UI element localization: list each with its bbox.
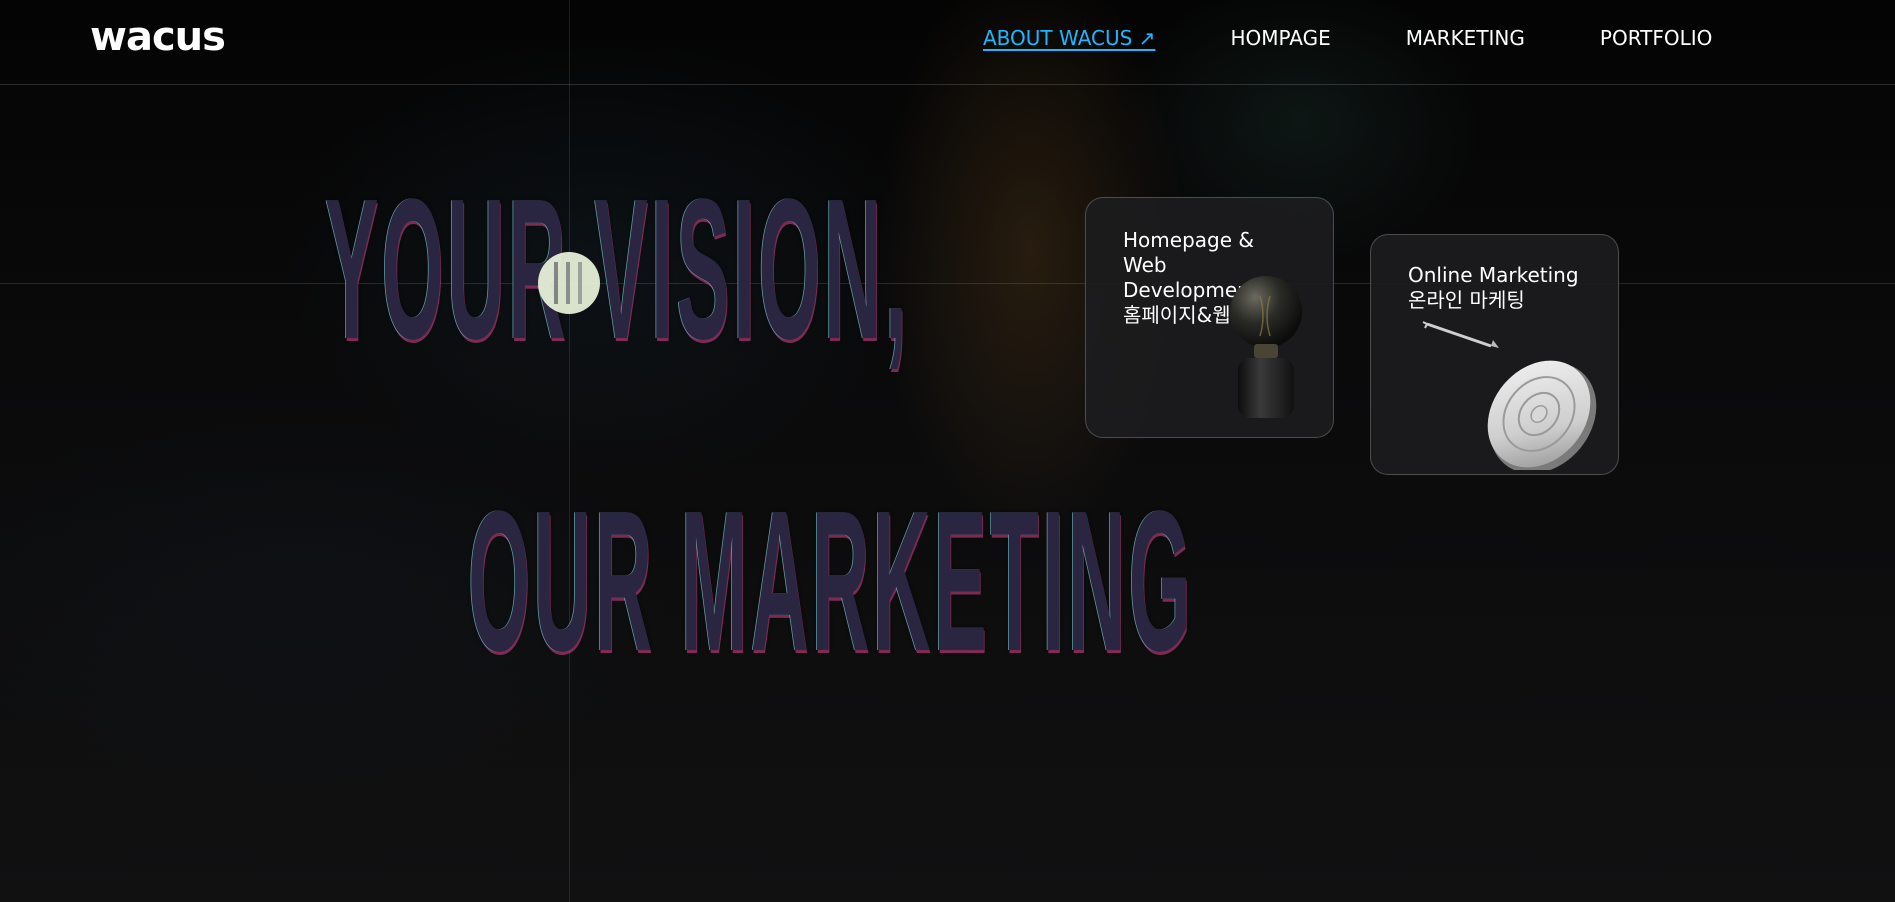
header-divider	[0, 84, 1895, 85]
service-card-online-marketing[interactable]: Online Marketing 온라인 마케팅	[1370, 234, 1619, 475]
card-title-line: Web	[1123, 253, 1167, 277]
hero-headline-line-1: YOUR VISION,	[325, 158, 911, 381]
card-title-line: Online Marketing	[1408, 263, 1579, 287]
main-nav: ABOUT WACUS ↗ HOMPAGE MARKETING PORTFOLI…	[983, 26, 1712, 50]
service-card-web-development[interactable]: Homepage & Web Development 홈페이지&웹	[1085, 197, 1334, 438]
card-title-line: Homepage &	[1123, 228, 1254, 252]
nav-about-wacus[interactable]: ABOUT WACUS ↗	[983, 26, 1155, 50]
hero-headline-line-2: OUR MARKETING	[468, 470, 1195, 693]
nav-marketing[interactable]: MARKETING	[1406, 26, 1525, 50]
card-title-line: 온라인 마케팅	[1408, 288, 1525, 312]
custom-cursor	[538, 252, 600, 314]
light-bulb-icon	[1230, 276, 1302, 418]
nav-portfolio[interactable]: PORTFOLIO	[1600, 26, 1713, 50]
guide-line-vertical	[569, 0, 570, 902]
nav-hompage[interactable]: HOMPAGE	[1230, 26, 1330, 50]
page: wacus ABOUT WACUS ↗ HOMPAGE MARKETING PO…	[0, 0, 1895, 902]
target-dart-icon	[1422, 321, 1597, 470]
logo[interactable]: wacus	[90, 14, 226, 60]
card-title: Online Marketing 온라인 마케팅	[1408, 263, 1608, 313]
